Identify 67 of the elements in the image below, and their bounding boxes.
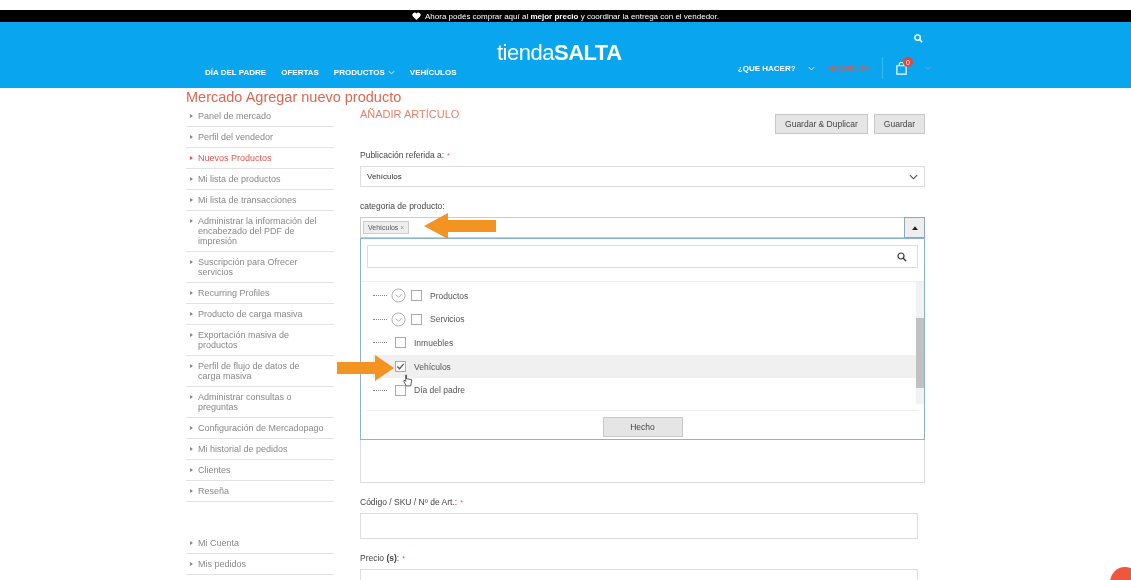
sidebar-item[interactable]: Mi historial de pedidos xyxy=(186,439,334,460)
nav-link[interactable]: ¿QUE HACER? xyxy=(737,63,796,73)
search-icon xyxy=(897,251,907,262)
sidebar-item[interactable]: Suscripción para Ofrecer servicios xyxy=(186,252,334,283)
save-button[interactable]: Guardar & Duplicar xyxy=(775,114,868,134)
chevron-down-icon xyxy=(909,173,918,180)
sidebar-item[interactable]: Configuración de Mercadopago xyxy=(186,418,334,439)
checkbox[interactable] xyxy=(395,337,406,349)
tree-label: Productos xyxy=(430,290,469,301)
sidebar-item[interactable]: Recurring Profiles xyxy=(186,283,334,304)
sidebar-item[interactable]: Nuevos Productos xyxy=(186,148,334,169)
sidebar-item[interactable]: Perfil de flujo de datos de carga masiva xyxy=(186,356,334,387)
nav-link[interactable]: OFERTAS xyxy=(281,68,319,77)
tree-row[interactable]: Servicios xyxy=(373,307,916,332)
nav-link[interactable]: PRODUCTOS xyxy=(333,68,395,77)
save-button[interactable]: Guardar xyxy=(873,114,925,134)
checkbox[interactable] xyxy=(411,290,422,302)
field-label: Publicación referida a: xyxy=(360,150,445,160)
nav-link[interactable]: DÍA DEL PADRE xyxy=(205,68,267,77)
dropdown-toggle[interactable] xyxy=(904,217,925,238)
checkbox[interactable] xyxy=(395,361,406,373)
text-area[interactable] xyxy=(360,440,925,483)
field-label: Precio (s): xyxy=(360,553,400,563)
chevron-down-icon[interactable] xyxy=(925,66,931,70)
sidebar-item[interactable]: Reseña xyxy=(186,481,334,502)
sidebar-item[interactable]: Administrar consultas o preguntas xyxy=(186,387,334,418)
site-logo[interactable]: tiendaSALTA xyxy=(497,40,622,66)
checkbox[interactable] xyxy=(411,313,422,325)
checkmark-icon xyxy=(396,362,405,372)
sidebar-item[interactable]: Clientes xyxy=(186,460,334,481)
sidebar-item[interactable]: Exportación masiva de productos xyxy=(186,325,334,356)
sidebar-item[interactable]: Perfil del vendedor xyxy=(186,127,334,148)
tree-label: Servicios xyxy=(430,314,465,325)
tree-label: Día del padre xyxy=(414,385,466,396)
tree-row[interactable]: Vehículos xyxy=(373,354,916,379)
sidebar-item[interactable]: Mi lista de transacciones xyxy=(186,190,334,211)
search-field[interactable] xyxy=(367,245,918,268)
done-button[interactable]: Hecho xyxy=(602,417,683,437)
search-icon[interactable] xyxy=(914,34,923,43)
heart-icon xyxy=(412,12,421,20)
scrollbar[interactable] xyxy=(916,282,924,404)
tree-label: Vehículos xyxy=(414,361,451,372)
publication-select[interactable]: Vehículos xyxy=(360,166,925,187)
page-title: Mercado Agregar nuevo producto xyxy=(186,89,403,106)
sidebar-item[interactable]: Panel de mercado xyxy=(186,106,334,127)
sidebar-item[interactable]: Mi lista de productos xyxy=(186,169,334,190)
tree-label: Inmuebles xyxy=(414,338,454,348)
expand-icon[interactable] xyxy=(391,311,406,327)
hand-cursor-icon xyxy=(403,374,412,387)
sidebar-item[interactable]: Producto de carga masiva xyxy=(186,304,334,325)
tree-row[interactable]: Inmuebles xyxy=(373,331,916,355)
arrow-annotation xyxy=(424,213,496,239)
field-label: Código / SKU / Nº de Art.: xyxy=(360,497,458,507)
tree-row[interactable]: Día del padre xyxy=(373,378,916,402)
arrow-annotation xyxy=(337,355,394,381)
checkbox[interactable] xyxy=(395,384,406,396)
caret-icon xyxy=(911,225,918,230)
section-heading: AÑADIR ARTÍCULO xyxy=(360,108,460,120)
promo-text: Ahora podés comprar aquí al mejor precio y coordinar la entrega con el vendedor. xyxy=(425,11,719,21)
expand-icon[interactable] xyxy=(391,288,406,304)
nav-link[interactable]: VEHÍCULOS xyxy=(409,68,457,77)
sidebar-item[interactable]: Mi Cuenta xyxy=(186,533,334,554)
sku-field[interactable] xyxy=(360,513,918,539)
sidebar-item[interactable]: Administrar la información del encabezado del PDF de impresión xyxy=(186,211,334,252)
field-label: categoria de producto: xyxy=(360,201,445,211)
sidebar-item[interactable]: Mis pedidos xyxy=(186,554,334,575)
tree-row[interactable]: Productos xyxy=(373,284,916,308)
